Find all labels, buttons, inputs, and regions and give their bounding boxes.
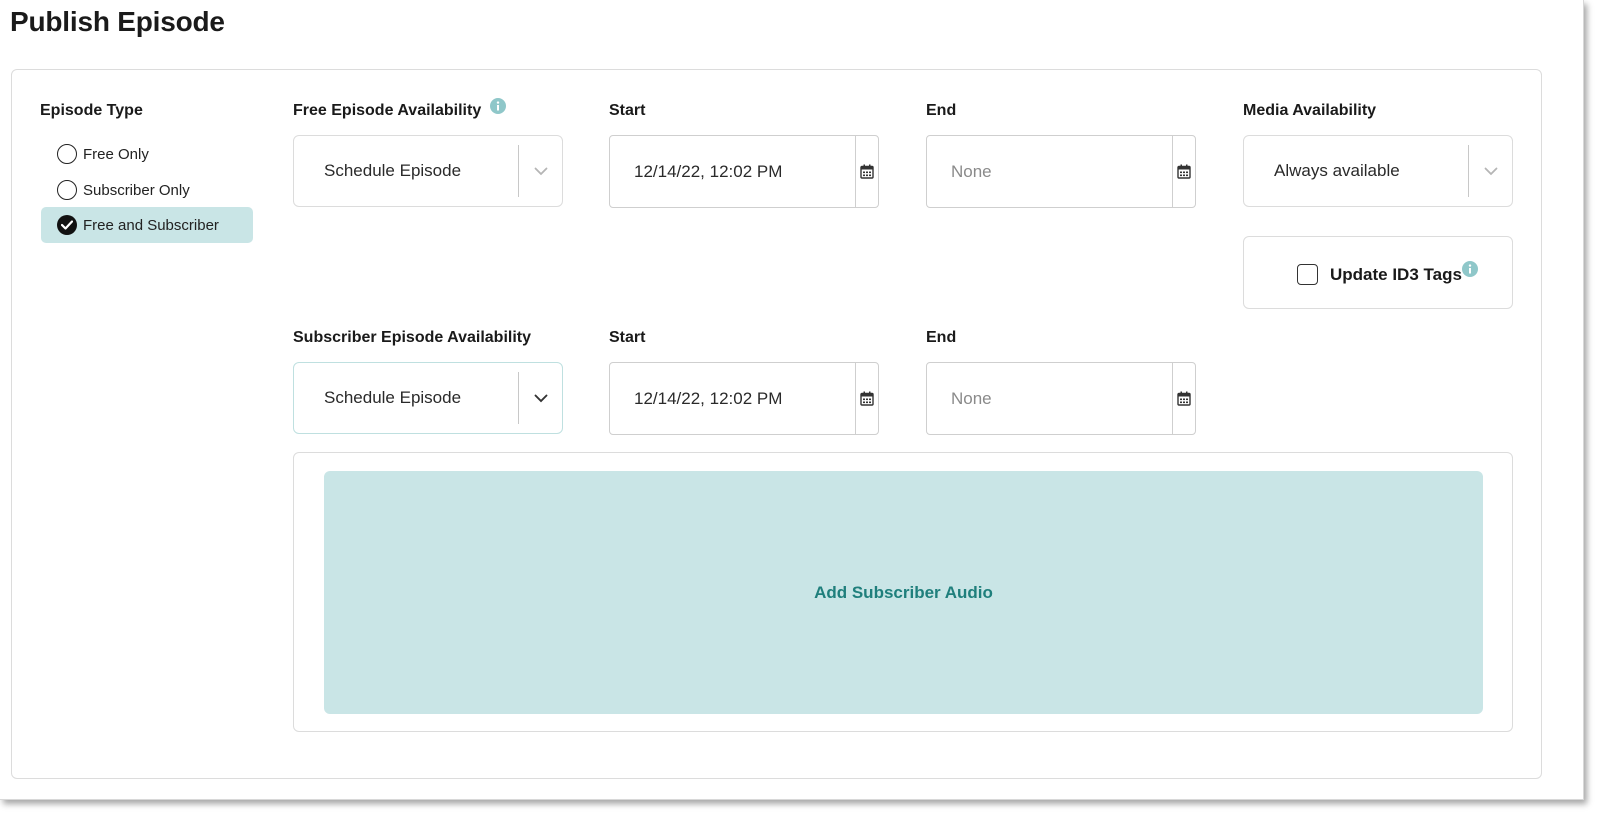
chevron-down-icon: [519, 394, 562, 403]
subscriber-start-input[interactable]: [610, 363, 855, 434]
subscriber-end-date: [926, 362, 1196, 435]
radio-free-only[interactable]: Free Only: [41, 136, 253, 172]
radio-subscriber-only[interactable]: Subscriber Only: [41, 172, 253, 208]
radio-label: Free and Subscriber: [83, 216, 219, 234]
free-start-label: Start: [609, 102, 646, 119]
radio-unchecked-icon: [57, 180, 77, 200]
free-availability-select[interactable]: Schedule Episode: [293, 135, 563, 207]
subscriber-start-label: Start: [609, 329, 646, 346]
calendar-icon[interactable]: [855, 136, 878, 207]
update-id3-label: Update ID3 Tags: [1330, 265, 1462, 284]
subscriber-end-input[interactable]: [927, 363, 1172, 434]
episode-type-label: Episode Type: [40, 102, 143, 119]
select-value: Schedule Episode: [324, 388, 462, 407]
calendar-icon[interactable]: [1172, 136, 1195, 207]
page-title: Publish Episode: [10, 6, 225, 37]
update-id3-box: Update ID3 Tags: [1243, 236, 1513, 309]
chevron-down-icon: [1469, 167, 1512, 176]
publish-episode-window: Publish Episode Episode Type Free Only S…: [0, 0, 1584, 800]
radio-label: Free Only: [83, 145, 149, 163]
subscriber-availability-select[interactable]: Schedule Episode: [293, 362, 563, 434]
calendar-icon[interactable]: [855, 363, 878, 434]
radio-unchecked-icon: [57, 144, 77, 164]
radio-checked-icon: [57, 215, 77, 235]
info-icon[interactable]: [490, 98, 506, 119]
media-availability-select[interactable]: Always available: [1243, 135, 1513, 207]
subscriber-start-date: [609, 362, 879, 435]
free-start-input[interactable]: [610, 136, 855, 207]
add-subscriber-audio-button[interactable]: Add Subscriber Audio: [324, 471, 1483, 714]
info-icon[interactable]: [1462, 261, 1478, 282]
update-id3-checkbox[interactable]: [1297, 264, 1318, 285]
subscriber-end-label: End: [926, 329, 957, 346]
calendar-icon[interactable]: [1172, 363, 1195, 434]
free-start-date: [609, 135, 879, 208]
select-value: Schedule Episode: [324, 161, 462, 180]
free-end-label: End: [926, 102, 957, 119]
subscriber-audio-panel: Add Subscriber Audio: [293, 452, 1513, 732]
radio-free-and-subscriber[interactable]: Free and Subscriber: [41, 207, 253, 243]
free-availability-label: Free Episode Availability: [293, 102, 482, 119]
radio-label: Subscriber Only: [83, 181, 190, 199]
media-availability-label: Media Availability: [1243, 102, 1377, 119]
free-end-input[interactable]: [927, 136, 1172, 207]
free-end-date: [926, 135, 1196, 208]
add-subscriber-audio-label: Add Subscriber Audio: [814, 582, 993, 602]
subscriber-availability-label: Subscriber Episode Availability: [293, 329, 531, 346]
chevron-down-icon: [519, 167, 562, 176]
select-value: Always available: [1274, 161, 1400, 180]
